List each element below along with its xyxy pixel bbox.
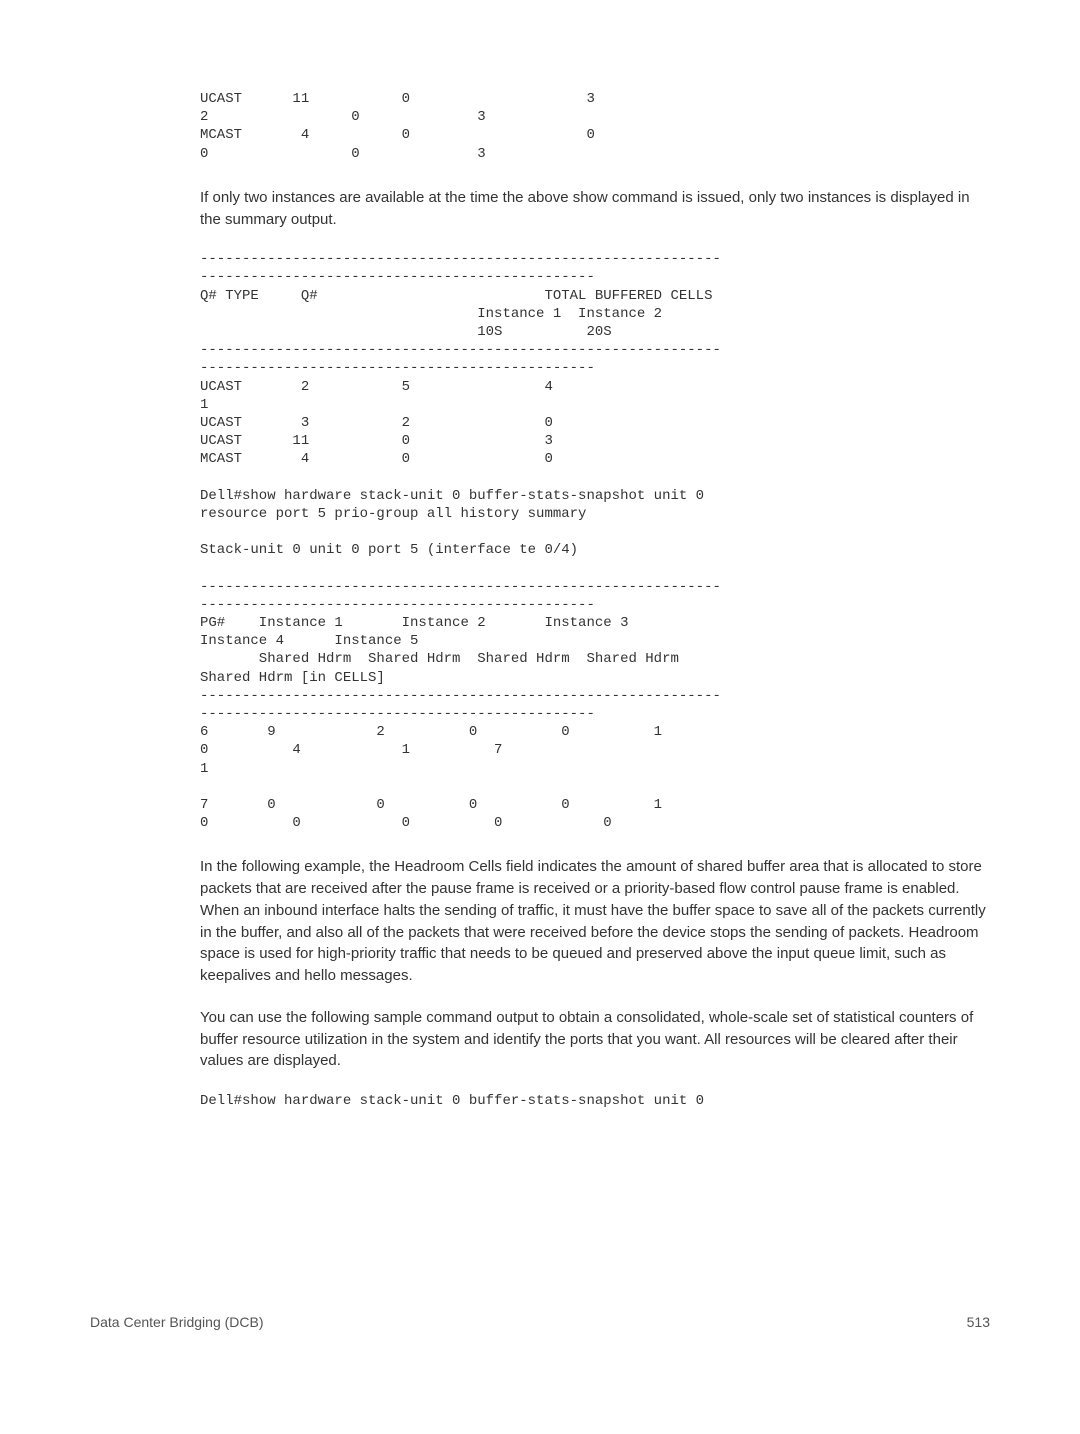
paragraph-headroom: In the following example, the Headroom C…: [200, 856, 990, 987]
paragraph-sample-output: You can use the following sample command…: [200, 1007, 990, 1072]
footer-section-title: Data Center Bridging (DCB): [90, 1314, 264, 1330]
code-output-top: UCAST 11 0 3 2 0 3 MCAST 4 0 0 0 0 3: [200, 90, 990, 163]
code-command-bottom: Dell#show hardware stack-unit 0 buffer-s…: [200, 1092, 990, 1110]
code-output-main: ----------------------------------------…: [200, 250, 990, 832]
paragraph-intro: If only two instances are available at t…: [200, 187, 990, 231]
page-number: 513: [967, 1314, 990, 1330]
